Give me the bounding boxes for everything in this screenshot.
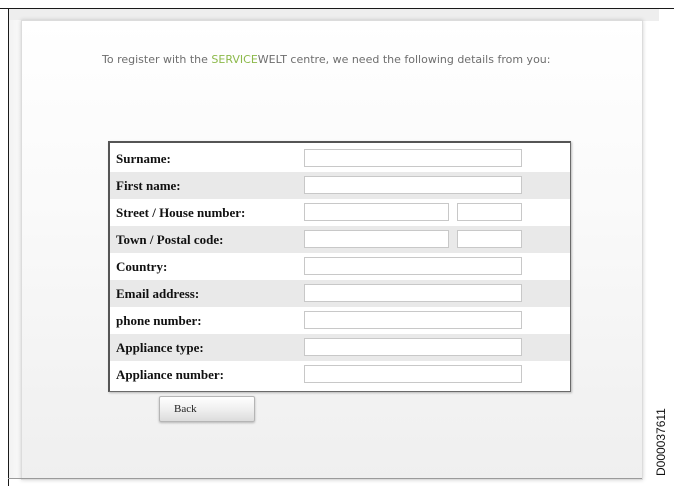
form-row-surname: Surname: <box>110 145 570 172</box>
email-label: Email address: <box>116 286 200 301</box>
email-input[interactable] <box>304 284 522 302</box>
town-label: Town / Postal code: <box>116 232 224 247</box>
town-input[interactable] <box>304 230 449 248</box>
country-label: Country: <box>116 259 168 274</box>
surname-label: Surname: <box>116 151 171 166</box>
background-strip-left <box>9 20 21 478</box>
form-row-street: Street / House number: <box>110 199 570 226</box>
intro-prefix: To register with the <box>102 53 212 66</box>
appliance-number-input[interactable] <box>304 365 522 383</box>
document-id: D000037611 <box>654 408 668 476</box>
appliance-type-label: Appliance type: <box>116 340 204 355</box>
brand-name-welt: WELT <box>257 53 287 66</box>
form-row-appliance-number: Appliance number: <box>110 361 570 388</box>
image-frame-bottom <box>8 478 642 479</box>
form-row-appliance-type: Appliance type: <box>110 334 570 361</box>
first-name-label: First name: <box>116 178 181 193</box>
form-row-country: Country: <box>110 253 570 280</box>
phone-label: phone number: <box>116 313 202 328</box>
house-number-input[interactable] <box>457 203 522 221</box>
intro-text: To register with the SERVICEWELT centre,… <box>102 53 602 66</box>
form-row-town: Town / Postal code: <box>110 226 570 253</box>
form-row-phone: phone number: <box>110 307 570 334</box>
country-input[interactable] <box>304 257 522 275</box>
first-name-input[interactable] <box>304 176 522 194</box>
back-button[interactable]: Back <box>159 396 255 422</box>
surname-input[interactable] <box>304 149 522 167</box>
street-label: Street / House number: <box>116 205 246 220</box>
registration-form: Surname: First name: Street / House numb… <box>108 141 571 392</box>
phone-input[interactable] <box>304 311 522 329</box>
appliance-type-input[interactable] <box>304 338 522 356</box>
form-row-first-name: First name: <box>110 172 570 199</box>
brand-name-service: SERVICE <box>211 53 258 66</box>
intro-suffix: centre, we need the following details fr… <box>286 53 551 66</box>
street-input[interactable] <box>304 203 449 221</box>
postal-code-input[interactable] <box>457 230 522 248</box>
registration-panel: To register with the SERVICEWELT centre,… <box>21 20 643 480</box>
appliance-number-label: Appliance number: <box>116 367 224 382</box>
form-row-email: Email address: <box>110 280 570 307</box>
